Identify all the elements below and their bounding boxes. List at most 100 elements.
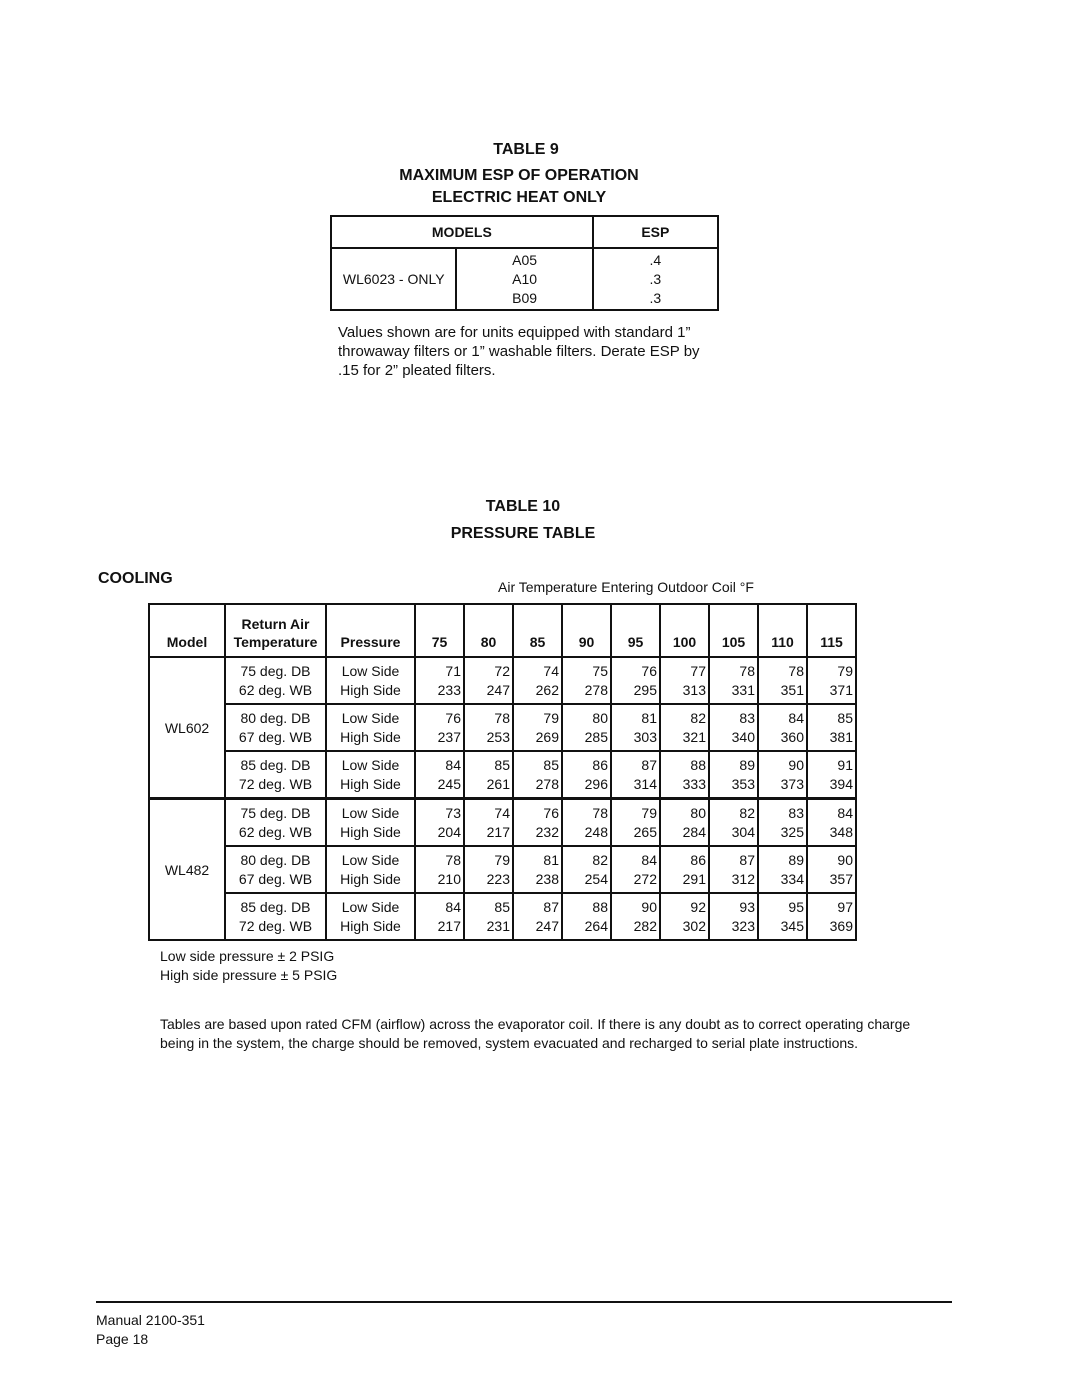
high-side-value: 269 [535, 728, 559, 745]
high-side-value: 348 [829, 823, 853, 840]
pressure-value-cell: 89 353 [708, 750, 759, 800]
pressure-value-cell: 76 232 [512, 797, 563, 847]
low-side-value: 87 [739, 851, 755, 868]
return-air-cell: 80 deg. DB 67 deg. WB [224, 845, 327, 894]
high-side-value: 223 [486, 870, 510, 887]
low-side-value: 84 [837, 804, 853, 821]
manual-number: Manual 2100-351 [96, 1312, 205, 1328]
low-side-label: Low Side [341, 662, 400, 679]
pressure-value-cell: 88 264 [561, 892, 612, 941]
high-side-value: 254 [584, 870, 608, 887]
high-side-value: 295 [633, 681, 657, 698]
high-side-value: 231 [486, 917, 510, 934]
temp-header: 75 [414, 603, 465, 658]
pressure-value-cell: 74 262 [512, 656, 563, 705]
high-side-value: 296 [584, 775, 608, 792]
high-side-value: 334 [780, 870, 804, 887]
low-side-value: 79 [641, 804, 657, 821]
pressure-value-cell: 90 357 [806, 845, 857, 894]
pressure-table-footnote: Tables are based upon rated CFM (airflow… [160, 1016, 911, 1051]
pressure-value-cell: 80 285 [561, 703, 612, 752]
table9-subtitle: ELECTRIC HEAT ONLY [431, 189, 607, 206]
high-side-value: 237 [437, 728, 461, 745]
high-side-value: 345 [780, 917, 804, 934]
low-side-value: 85 [494, 898, 510, 915]
option-value: B09 [512, 289, 538, 306]
pressure-value-cell: 87 314 [610, 750, 661, 800]
low-side-value: 79 [494, 851, 510, 868]
esp-value: .3 [649, 270, 662, 287]
pressure-value-cell: 78 210 [414, 845, 465, 894]
high-side-value: 303 [633, 728, 657, 745]
high-side-value: 217 [486, 823, 510, 840]
temp-header: 100 [659, 603, 710, 658]
pressure-value-cell: 85 261 [463, 750, 514, 800]
esp-table-header: MODELS ESP [330, 215, 720, 249]
high-side-value: 340 [731, 728, 755, 745]
pressure-value-cell: 86 296 [561, 750, 612, 800]
high-side-value: 314 [633, 775, 657, 792]
low-side-value: 75 [592, 662, 608, 679]
pressure-value-cell: 84 217 [414, 892, 465, 941]
pressure-value-cell: 91 394 [806, 750, 857, 800]
pressure-side-cell: Low Side High Side [325, 797, 416, 847]
table9-number: TABLE 9 [493, 141, 559, 158]
temp-header: 115 [806, 603, 857, 658]
high-side-value: 261 [486, 775, 510, 792]
low-side-value: 79 [837, 662, 853, 679]
pressure-side-cell: Low Side High Side [325, 892, 416, 941]
pressure-value-cell: 85 231 [463, 892, 514, 941]
low-side-value: 78 [494, 709, 510, 726]
high-side-value: 381 [829, 728, 853, 745]
high-side-value: 351 [780, 681, 804, 698]
pressure-value-cell: 85 381 [806, 703, 857, 752]
high-side-value: 353 [731, 775, 755, 792]
low-side-value: 82 [690, 709, 706, 726]
wet-bulb: 72 deg. WB [238, 917, 313, 934]
low-side-value: 85 [494, 756, 510, 773]
pressure-value-cell: 78 351 [757, 656, 808, 705]
pressure-value-cell: 71 233 [414, 656, 465, 705]
pressure-value-cell: 72 247 [463, 656, 514, 705]
table-caption: Air Temperature Entering Outdoor Coil °F [498, 579, 754, 595]
high-side-value: 333 [682, 775, 706, 792]
pressure-value-cell: 81 303 [610, 703, 661, 752]
high-side-value: 284 [682, 823, 706, 840]
high-side-value: 394 [829, 775, 853, 792]
model-header: Model [148, 603, 226, 658]
high-side-label: High Side [340, 681, 401, 698]
low-side-value: 85 [837, 709, 853, 726]
dry-bulb: 80 deg. DB [240, 851, 311, 868]
low-side-label: Low Side [341, 898, 400, 915]
high-side-value: 282 [633, 917, 657, 934]
low-side-value: 80 [690, 804, 706, 821]
pressure-value-cell: 90 373 [757, 750, 808, 800]
low-side-value: 76 [543, 804, 559, 821]
pressure-side-cell: Low Side High Side [325, 845, 416, 894]
low-side-value: 82 [739, 804, 755, 821]
esp-note: Values shown are for units equipped with… [338, 324, 700, 379]
footer-divider [96, 1301, 952, 1303]
pressure-value-cell: 84 245 [414, 750, 465, 800]
pressure-value-cell: 83 340 [708, 703, 759, 752]
tolerance-notes: Low side pressure ± 2 PSIG High side pre… [160, 947, 337, 985]
esp-header: ESP [591, 215, 720, 249]
low-side-value: 78 [592, 804, 608, 821]
pressure-value-cell: 84 360 [757, 703, 808, 752]
high-side-value: 331 [731, 681, 755, 698]
high-side-value: 265 [633, 823, 657, 840]
esp-value: .4 [649, 251, 662, 268]
return-air-cell: 85 deg. DB 72 deg. WB [224, 892, 327, 941]
high-side-label: High Side [340, 917, 401, 934]
low-side-value: 77 [690, 662, 706, 679]
high-side-value: 278 [535, 775, 559, 792]
return-air-header-line1: Return Air [241, 616, 310, 632]
wet-bulb: 72 deg. WB [238, 775, 313, 792]
low-side-value: 81 [641, 709, 657, 726]
low-side-value: 71 [445, 662, 461, 679]
low-side-value: 84 [445, 756, 461, 773]
low-side-value: 84 [445, 898, 461, 915]
model-cell: WL6023 - ONLY [329, 247, 458, 311]
pressure-value-cell: 84 348 [806, 797, 857, 847]
low-side-value: 95 [788, 898, 804, 915]
